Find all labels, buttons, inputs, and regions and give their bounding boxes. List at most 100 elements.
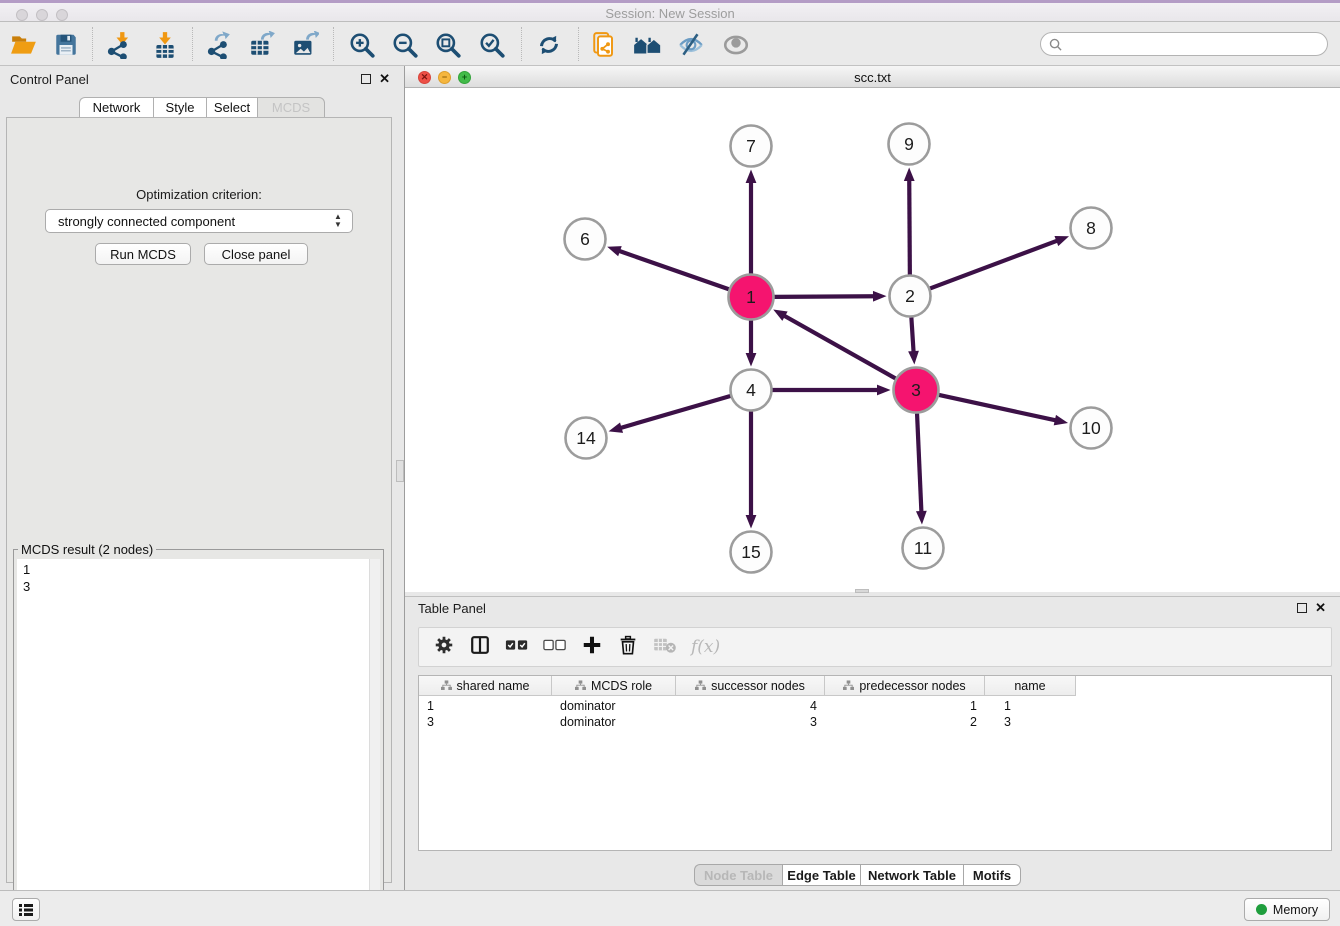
column-header-shared-name[interactable]: shared name: [419, 676, 552, 696]
edge-arrowhead: [746, 353, 757, 367]
application-window: Session: New Session: [0, 0, 1340, 926]
table-cell[interactable]: dominator: [552, 714, 676, 730]
edge-1-6[interactable]: [618, 251, 729, 290]
edge-3-1[interactable]: [783, 315, 895, 378]
memory-status-icon: [1256, 904, 1267, 915]
result-scrollbar[interactable]: [369, 559, 380, 917]
show-panels-list-button[interactable]: [12, 898, 40, 921]
zoom-in-icon[interactable]: [346, 29, 378, 61]
clone-network-icon[interactable]: [589, 29, 621, 61]
export-network-icon[interactable]: [202, 29, 234, 61]
zoom-out-icon[interactable]: [389, 29, 421, 61]
table-row[interactable]: 1dominator411: [419, 698, 1076, 714]
edge-arrowhead: [908, 351, 919, 365]
open-session-icon[interactable]: [8, 29, 40, 61]
node-label-7: 7: [746, 136, 756, 156]
float-panel-icon[interactable]: [361, 74, 371, 84]
column-header-label: predecessor nodes: [859, 679, 965, 693]
export-image-icon[interactable]: [289, 29, 321, 61]
node-label-8: 8: [1086, 218, 1096, 238]
memory-button[interactable]: Memory: [1244, 898, 1330, 921]
toolbar-separator: [192, 27, 193, 61]
home-icon[interactable]: [632, 29, 664, 61]
edge-4-14[interactable]: [620, 396, 731, 428]
column-header-predecessor-nodes[interactable]: predecessor nodes: [825, 676, 985, 696]
node-label-14: 14: [576, 428, 596, 448]
column-header-label: successor nodes: [711, 679, 805, 693]
show-columns-icon[interactable]: [469, 634, 491, 661]
edge-arrowhead: [773, 310, 787, 321]
table-cell[interactable]: 1: [985, 698, 1076, 714]
network-canvas[interactable]: 7968124314101511: [405, 88, 1340, 592]
run-mcds-button[interactable]: Run MCDS: [95, 243, 191, 265]
edge-3-11[interactable]: [917, 413, 921, 513]
tab-style[interactable]: Style: [153, 97, 206, 118]
import-table-icon[interactable]: [149, 29, 181, 61]
toolbar-separator: [92, 27, 93, 61]
save-session-icon[interactable]: [50, 29, 82, 61]
hide-panel-icon[interactable]: [675, 29, 707, 61]
splitter-grip[interactable]: [396, 460, 404, 482]
edge-2-9[interactable]: [909, 179, 910, 275]
tab-node-table[interactable]: Node Table: [694, 864, 782, 886]
column-header-MCDS-role[interactable]: MCDS role: [552, 676, 676, 696]
search-input[interactable]: [1040, 32, 1328, 56]
node-label-10: 10: [1081, 418, 1101, 438]
table-cell[interactable]: 1: [419, 698, 552, 714]
memory-label: Memory: [1273, 903, 1318, 917]
table-cell[interactable]: 4: [676, 698, 825, 714]
function-builder-icon[interactable]: f(x): [691, 637, 720, 657]
control-panel-title: Control Panel: [10, 72, 89, 87]
import-network-icon[interactable]: [102, 29, 134, 61]
search-field[interactable]: [1067, 37, 1327, 51]
edge-3-10[interactable]: [939, 395, 1057, 421]
zoom-selected-icon[interactable]: [476, 29, 508, 61]
tab-motifs[interactable]: Motifs: [963, 864, 1021, 886]
tab-edge-table[interactable]: Edge Table: [782, 864, 860, 886]
node-label-2: 2: [905, 286, 915, 306]
network-graph[interactable]: 7968124314101511: [405, 88, 1340, 592]
edge-1-2[interactable]: [774, 296, 875, 297]
unselect-all-columns-icon[interactable]: [543, 638, 567, 657]
table-row[interactable]: 3dominator323: [419, 714, 1076, 730]
table-cell[interactable]: 1: [825, 698, 985, 714]
mcds-result-text[interactable]: 1 3: [17, 559, 369, 917]
export-table-icon[interactable]: [246, 29, 278, 61]
criterion-dropdown[interactable]: strongly connected component ▲▼: [45, 209, 353, 233]
edge-2-8[interactable]: [930, 240, 1058, 288]
close-panel-icon[interactable]: ✕: [379, 74, 390, 84]
horizontal-splitter-grip[interactable]: [855, 589, 869, 593]
node-label-3: 3: [911, 380, 921, 400]
edge-2-3[interactable]: [911, 317, 913, 353]
tab-select[interactable]: Select: [206, 97, 257, 118]
zoom-fit-icon[interactable]: [432, 29, 464, 61]
toolbar-separator: [333, 27, 334, 61]
table-cell[interactable]: 3: [419, 714, 552, 730]
refresh-layout-icon[interactable]: [533, 29, 565, 61]
table-cell[interactable]: dominator: [552, 698, 676, 714]
close-panel-button[interactable]: Close panel: [204, 243, 308, 265]
show-panel-icon[interactable]: [720, 29, 752, 61]
delete-column-icon[interactable]: [617, 634, 639, 661]
table-header-row: shared nameMCDS role successor nodes prede…: [419, 676, 1076, 696]
main-toolbar: [0, 22, 1340, 66]
column-header-successor-nodes[interactable]: successor nodes: [676, 676, 825, 696]
table-cell[interactable]: 2: [825, 714, 985, 730]
control-panel-tabs: NetworkStyleSelectMCDS: [79, 97, 325, 118]
create-column-icon[interactable]: [581, 634, 603, 661]
edge-arrowhead: [877, 385, 891, 396]
network-view-window: ✕ − + scc.txt 7968124314101511: [405, 66, 1340, 592]
float-table-panel-icon[interactable]: [1297, 603, 1307, 613]
tab-network[interactable]: Network: [79, 97, 153, 118]
tab-mcds[interactable]: MCDS: [257, 97, 325, 118]
select-all-columns-icon[interactable]: [505, 638, 529, 657]
table-cell[interactable]: 3: [985, 714, 1076, 730]
close-table-panel-icon[interactable]: ✕: [1315, 603, 1326, 613]
edge-arrowhead: [1054, 236, 1069, 246]
table-settings-gear-icon[interactable]: [433, 634, 455, 661]
network-window-titlebar[interactable]: ✕ − + scc.txt: [405, 66, 1340, 88]
delete-table-icon[interactable]: [653, 636, 677, 659]
column-header-name[interactable]: name: [985, 676, 1076, 696]
table-cell[interactable]: 3: [676, 714, 825, 730]
tab-network-table[interactable]: Network Table: [860, 864, 963, 886]
